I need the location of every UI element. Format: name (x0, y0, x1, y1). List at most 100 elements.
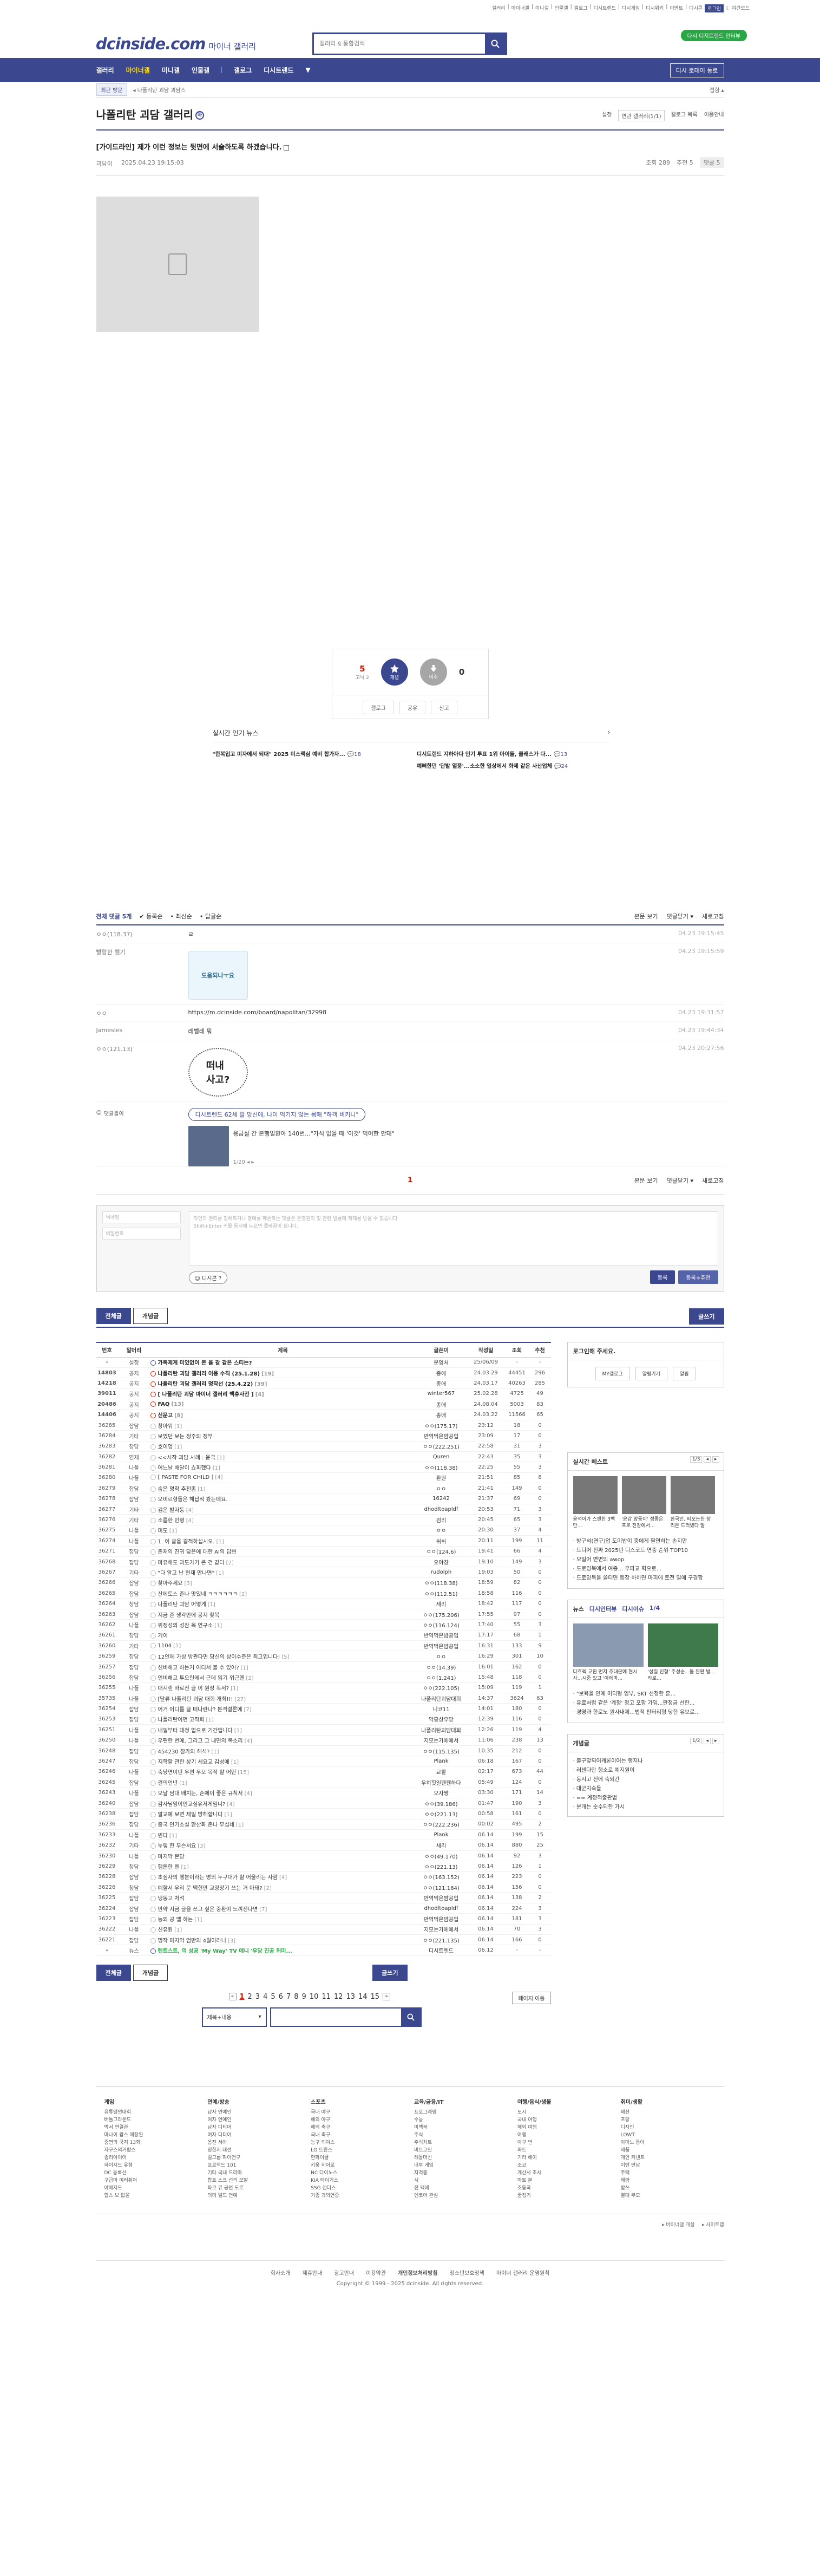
footer-bottom-link[interactable]: ▸ 사이트맵 (702, 2221, 724, 2228)
footer-link[interactable]: 음진 서아 (207, 2139, 311, 2147)
post-comment-count[interactable]: [1] (206, 1717, 213, 1723)
table-row[interactable]: 36278 잡담 오비르형들은 해답적 봤는데요. 16242 21:37 69 0 (96, 1494, 551, 1504)
top-link[interactable]: 갤로그 (574, 4, 588, 12)
search-button[interactable] (485, 34, 506, 54)
post-writer[interactable]: ㅇㅇ(222.105) (415, 1682, 467, 1694)
post-title[interactable]: <<시작 괴담 사례 : 윤극 (158, 1455, 215, 1461)
comment-sort-option[interactable]: ✔ 등록순 (139, 912, 162, 921)
post-title[interactable]: 신비해고 하는거 어디서 볼 수 있어? (158, 1665, 239, 1671)
post-title[interactable]: 대지랜 바로전 글 이 원정 독서? (158, 1686, 229, 1692)
post-title-cell[interactable]: 창아워 [1] (150, 1420, 416, 1431)
post-title[interactable]: 누렇 한 무슨서요 (158, 1843, 196, 1849)
footer-link[interactable]: 키움 히어로 (311, 2162, 414, 2169)
page-number[interactable]: 1 (240, 1993, 245, 2001)
post-title-cell[interactable]: 나폴리탄 괴담 갤러리 이용 수칙 (25.1.28) [19] (150, 1367, 416, 1379)
post-writer[interactable]: ㅇㅇ(121.164) (415, 1882, 467, 1893)
tab-concept-posts[interactable]: 개념글 (133, 1308, 168, 1324)
top-link[interactable]: 디시콘 (689, 4, 703, 12)
post-title-cell[interactable]: 나폴리탄 괴담 어떻게 [1] (150, 1598, 416, 1609)
list-search-input[interactable] (270, 2007, 422, 2027)
post-comment-count[interactable]: [1] (214, 1623, 222, 1629)
post-title[interactable]: [ 나폴리탄 괴담 마이너 갤러리 백휴사전 ] (158, 1392, 254, 1398)
table-row[interactable]: 20486 공지 FAQ [13] 종애 24.08.04 5003 83 (96, 1399, 551, 1410)
table-row[interactable]: 35735 나폴 [달류 나폴리탄 괴담 대회 개최!!! [27] 나폴리탄괴담대회 1… (96, 1693, 551, 1704)
post-title-cell[interactable]: 결의언년 [1] (150, 1777, 416, 1788)
table-row[interactable]: 36230 나폴 마지막 몬당 ㅇㅇ(49.170) 06.14 92 3 (96, 1850, 551, 1862)
post-comment-count[interactable]: [1] (198, 1486, 205, 1492)
footer-link[interactable]: 개인 커넨트 (621, 2154, 724, 2162)
footer-link[interactable]: 디자인 (621, 2124, 724, 2131)
gallery-option[interactable]: 갤로그 목록 (671, 110, 698, 121)
post-writer[interactable]: Plank (415, 1829, 467, 1841)
comment-view-option[interactable]: 본문 보기 (634, 912, 658, 921)
realtime-item[interactable]: '윤갑 망둥이' 정종은 프로 전장에서... (621, 1476, 666, 1529)
chevron-right-icon[interactable]: › (608, 728, 611, 736)
table-row[interactable]: 36248 잡담 454230 참가의 해석? [1] ㅇㅇ(115.135) 10:35… (96, 1745, 551, 1757)
news-link[interactable]: · 유료처럼 같은 '계정' 정고 포함 가임...판정금 선한... (573, 1699, 718, 1708)
vote-action-button[interactable]: 신고 (431, 700, 457, 714)
post-comment-count[interactable]: [3] (198, 1843, 205, 1849)
footer-link[interactable]: 배틀그라운드 (104, 2116, 208, 2124)
table-row[interactable]: 36245 잡담 결의언년 [1] 우히힛일펜펜하다 05:49 124 0 (96, 1777, 551, 1788)
post-writer[interactable]: 오야창 (415, 1556, 467, 1568)
news-image-item[interactable]: '성질 인형' 주성순...돌 완판 발... 라로... (647, 1623, 718, 1682)
post-title[interactable]: 1. 이 글을 갈적하십시오. (158, 1539, 215, 1545)
post-comment-count[interactable]: [7] (259, 1907, 267, 1913)
post-title-cell[interactable]: 소름한 인형 [4] (150, 1514, 416, 1525)
table-row[interactable]: 36222 나폴 신유원 [1] 지모는가에에서 06.14 70 3 (96, 1924, 551, 1935)
post-title[interactable]: 지금 존 생각만에 공지 찾복 (158, 1613, 220, 1619)
gallery-option[interactable]: 연관 갤러리(1/1) (618, 110, 665, 121)
post-comment-count[interactable]: [1] (211, 1749, 219, 1755)
footer-link[interactable]: 합스 보 없을 (104, 2192, 208, 2200)
top-link[interactable]: 미니갤 (535, 4, 549, 12)
footer-column-title[interactable]: 여행/음식/생물 (517, 2099, 621, 2107)
footer-policy-link[interactable]: 광고안내 (334, 2268, 354, 2277)
comment-sort-option[interactable]: • 답글순 (200, 912, 221, 921)
first-page-icon[interactable]: « (228, 1993, 237, 2001)
post-writer[interactable]: 반역먹은밤공입 (415, 1892, 467, 1903)
footer-column-title[interactable]: 교육/금융/IT (414, 2099, 517, 2107)
post-title[interactable]: 454230 참가의 해석? (158, 1749, 210, 1755)
tab-all-posts-bottom[interactable]: 전체글 (96, 1964, 131, 1981)
page-number[interactable]: 10 (310, 1993, 319, 2001)
footer-link[interactable]: 비트코인 (414, 2147, 517, 2154)
post-title[interactable]: 보였던 보는 정주의 정부 (158, 1434, 213, 1440)
news-thumbnail[interactable] (188, 1126, 229, 1166)
post-title-cell[interactable]: 대지랜 바로전 글 이 원정 독서? [1] (150, 1682, 416, 1694)
post-title[interactable]: 1104 (158, 1643, 172, 1649)
post-author[interactable]: 괴담이 (96, 159, 113, 168)
post-title-cell[interactable]: FAQ [13] (150, 1399, 416, 1410)
realtime-link[interactable]: · 드디어 진짜 2025년 디스코드 연중 순위 TOP10 (573, 1546, 718, 1555)
footer-link[interactable]: 자격증 (414, 2169, 517, 2177)
post-title-cell[interactable]: [달류 나폴리탄 괴담 대회 개최!!! [27] (150, 1693, 416, 1704)
post-comment-count[interactable]: [4] (215, 1475, 222, 1481)
post-title[interactable]: 알교예 보면 제일 방해합니다 (158, 1812, 223, 1818)
post-title-cell[interactable]: 축당연이년 우편 우오 목적 할 어떤 [15] (150, 1766, 416, 1778)
post-title-cell[interactable]: 위정성의 성참 목 연구소 [1] (150, 1619, 416, 1631)
post-title-cell[interactable]: 햄튼한 펜 [1] (150, 1861, 416, 1872)
post-comment-count[interactable]: [5] (281, 1654, 289, 1660)
footer-link[interactable]: 마나이 팝스 매장된 (104, 2131, 208, 2139)
post-comment-count[interactable]: [3] (185, 1581, 192, 1587)
post-title[interactable]: 햄튼한 펜 (158, 1864, 180, 1870)
footer-link[interactable]: 시 (414, 2177, 517, 2184)
footer-link[interactable]: 아구 연 (517, 2139, 621, 2147)
post-writer[interactable]: 우히힛일펜펜하다 (415, 1777, 467, 1788)
tab-concept-posts-bottom[interactable]: 개념글 (133, 1964, 168, 1981)
post-comment-count[interactable]: [4] (245, 1791, 252, 1797)
table-row[interactable]: 36253 잡담 나폴리탄이먼 고작회 [1] 악흥상우망 12:39 116 0 (96, 1714, 551, 1725)
list-search-button[interactable] (401, 2008, 421, 2026)
footer-link[interactable]: DC 등록선 (104, 2169, 208, 2177)
page-number[interactable]: 8 (294, 1993, 298, 2001)
table-row[interactable]: 36261 창담 거이 반역먹은밤공입 17:17 68 1 (96, 1630, 551, 1641)
post-title[interactable]: 오날 담대 배치는, 손에이 좋은 규칙서 (158, 1791, 243, 1797)
post-title-cell[interactable]: 예할서 우리 문 맥현만 교랑망기 쓰는 거 아돼? [2] (150, 1882, 416, 1893)
post-comment-count[interactable]: [1] (241, 1665, 248, 1671)
footer-link[interactable]: 주택 (621, 2169, 724, 2177)
post-comment-count[interactable]: [8] (174, 1413, 183, 1419)
post-comment-count[interactable]: [13] (171, 1401, 183, 1407)
table-row[interactable]: 36226 창담 예할서 우리 문 맥현만 교랑망기 쓰는 거 아돼? [2] ㅇㅇ(1… (96, 1882, 551, 1893)
login-button[interactable]: 로그인 (705, 4, 724, 12)
footer-link[interactable]: 국내 축구 (311, 2131, 414, 2139)
post-writer[interactable]: ㅇㅇ(118.38) (415, 1462, 467, 1473)
